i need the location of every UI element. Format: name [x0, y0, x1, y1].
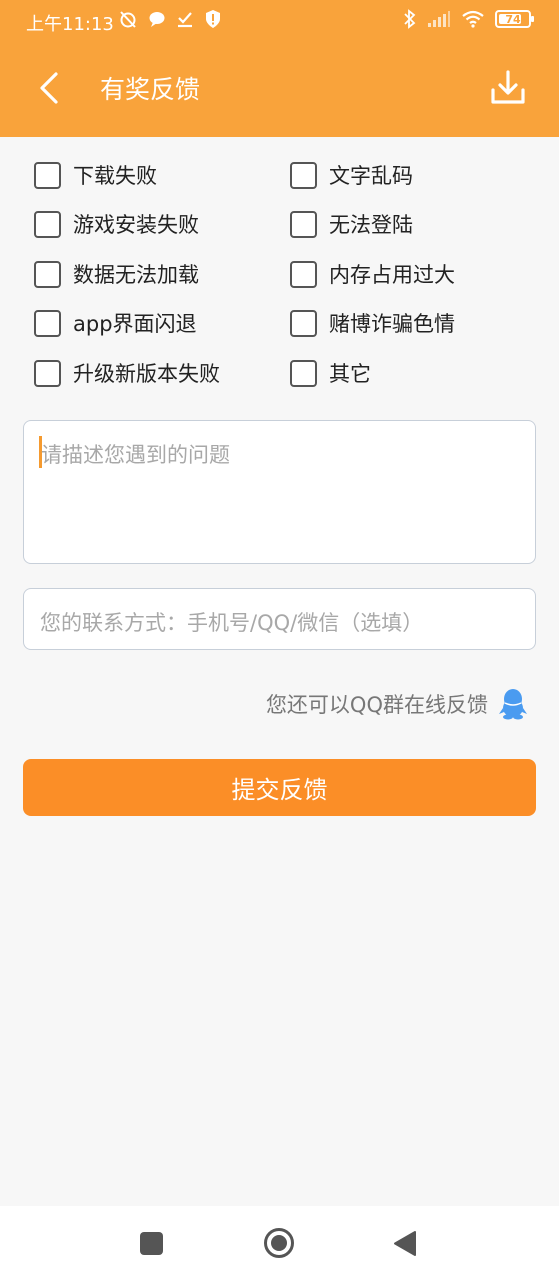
- option-memory-usage[interactable]: 内存占用过大: [290, 254, 455, 294]
- battery-level: 74: [505, 12, 521, 26]
- option-app-crash[interactable]: app界面闪退: [34, 303, 197, 343]
- option-label: 无法登陆: [329, 213, 413, 237]
- recent-apps-button[interactable]: [140, 1232, 163, 1255]
- option-label: 升级新版本失败: [73, 362, 220, 386]
- description-placeholder: 请描述您遇到的问题: [41, 443, 230, 467]
- status-time: 上午11:13: [26, 14, 114, 35]
- checkbox[interactable]: [34, 309, 61, 337]
- checkbox[interactable]: [290, 359, 317, 387]
- wifi-icon: [462, 10, 484, 28]
- checkbox[interactable]: [290, 309, 317, 337]
- bluetooth-icon: [404, 9, 416, 29]
- checkbox[interactable]: [290, 260, 317, 288]
- download-icon: [491, 70, 525, 104]
- checkbox[interactable]: [34, 210, 61, 238]
- chat-bubble-icon: [149, 12, 165, 27]
- contact-input[interactable]: 您的联系方式：手机号/QQ/微信（选填）: [23, 588, 536, 650]
- description-textarea[interactable]: 请描述您遇到的问题: [23, 420, 536, 564]
- option-upgrade-failed[interactable]: 升级新版本失败: [34, 353, 220, 393]
- option-label: 下载失败: [73, 164, 157, 188]
- status-left-icons: [118, 9, 222, 29]
- circle-home-icon: [264, 1228, 294, 1258]
- status-right-icons: 74: [403, 9, 534, 29]
- contact-placeholder: 您的联系方式：手机号/QQ/微信（选填）: [40, 611, 424, 635]
- qq-penguin-icon: [499, 689, 527, 720]
- checkbox[interactable]: [290, 210, 317, 238]
- option-install-failed[interactable]: 游戏安装失败: [34, 204, 199, 244]
- option-label: 数据无法加载: [73, 263, 199, 287]
- signal-icon: [428, 11, 450, 27]
- status-bar: 上午11:13 74: [0, 0, 559, 42]
- option-data-load-failed[interactable]: 数据无法加载: [34, 254, 199, 294]
- checkbox[interactable]: [290, 161, 317, 189]
- option-label: 赌博诈骗色情: [329, 312, 455, 336]
- submit-button[interactable]: 提交反馈: [23, 759, 536, 816]
- battery-indicator: 74: [495, 10, 534, 28]
- download-button[interactable]: [488, 68, 528, 108]
- triangle-back-icon: [394, 1231, 416, 1256]
- option-login-failed[interactable]: 无法登陆: [290, 204, 413, 244]
- checkbox[interactable]: [34, 260, 61, 288]
- checkbox[interactable]: [34, 359, 61, 387]
- option-label: app界面闪退: [73, 312, 197, 336]
- option-label: 其它: [329, 362, 371, 386]
- qq-group-feedback-link[interactable]: 您还可以QQ群在线反馈: [266, 688, 528, 720]
- chevron-left-icon: [40, 72, 58, 104]
- home-button[interactable]: [263, 1227, 295, 1259]
- system-back-button[interactable]: [393, 1230, 417, 1257]
- back-button[interactable]: [30, 66, 70, 110]
- page-title: 有奖反馈: [100, 75, 201, 104]
- option-garbled-text[interactable]: 文字乱码: [290, 155, 413, 195]
- option-illegal-content[interactable]: 赌博诈骗色情: [290, 303, 455, 343]
- option-label: 游戏安装失败: [73, 213, 199, 237]
- checkbox[interactable]: [34, 161, 61, 189]
- shield-alert-icon: [206, 10, 220, 28]
- qq-group-text: 您还可以QQ群在线反馈: [265, 693, 488, 717]
- check-download-icon: [178, 12, 192, 28]
- alarm-off-icon: [120, 11, 136, 28]
- option-label: 文字乱码: [329, 164, 413, 188]
- option-other[interactable]: 其它: [290, 353, 371, 393]
- submit-label: 提交反馈: [231, 776, 328, 804]
- system-nav-bar: [0, 1206, 559, 1280]
- option-download-failed[interactable]: 下载失败: [34, 155, 157, 195]
- option-label: 内存占用过大: [329, 263, 455, 287]
